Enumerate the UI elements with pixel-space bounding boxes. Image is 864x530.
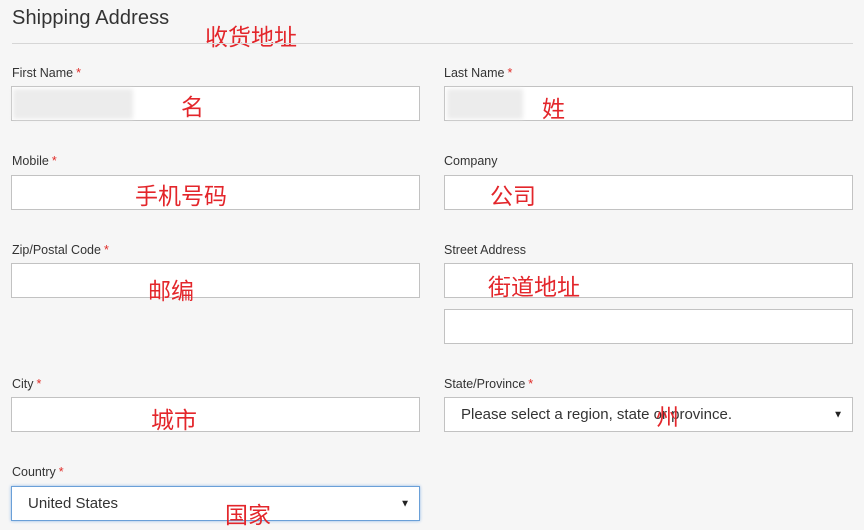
- redacted-value: [13, 89, 133, 119]
- chevron-down-icon: ▼: [833, 409, 843, 420]
- first-name-label: First Name *: [12, 66, 81, 80]
- country-label: Country *: [12, 465, 64, 479]
- country-selected-value: United States: [28, 495, 119, 512]
- street-line2-input[interactable]: [444, 309, 853, 344]
- annotation-state: 州: [656, 405, 679, 431]
- zip-input[interactable]: [11, 263, 420, 298]
- required-mark: *: [507, 66, 513, 80]
- annotation-first-name: 名: [181, 95, 204, 121]
- annotation-city: 城市: [151, 408, 197, 434]
- state-label: State/Province *: [444, 377, 534, 391]
- street-label: Street Address: [444, 243, 526, 257]
- country-select[interactable]: United States ▼: [11, 486, 420, 521]
- required-mark: *: [76, 66, 81, 80]
- zip-label: Zip/Postal Code *: [12, 243, 109, 257]
- required-mark: *: [36, 377, 42, 391]
- required-mark: *: [528, 377, 534, 391]
- state-select[interactable]: Please select a region, state or provinc…: [444, 397, 853, 432]
- last-name-label: Last Name *: [444, 66, 513, 80]
- annotation-last-name: 姓: [542, 97, 565, 123]
- annotation-company: 公司: [490, 184, 536, 210]
- required-mark: *: [103, 243, 109, 257]
- required-mark: *: [51, 154, 57, 168]
- mobile-label: Mobile *: [12, 154, 57, 168]
- company-label: Company: [444, 154, 498, 168]
- first-name-input[interactable]: [11, 86, 420, 121]
- chevron-down-icon: ▼: [400, 498, 410, 509]
- section-title: Shipping Address: [12, 7, 170, 29]
- annotation-title: 收货地址: [205, 25, 297, 51]
- annotation-zip: 邮编: [148, 279, 194, 305]
- city-input[interactable]: [11, 397, 420, 432]
- last-name-input[interactable]: [444, 86, 853, 121]
- annotation-mobile: 手机号码: [135, 184, 227, 210]
- city-label: City *: [12, 377, 42, 391]
- section-divider: [12, 43, 853, 44]
- annotation-street: 街道地址: [488, 275, 580, 301]
- state-selected-value: Please select a region, state or provinc…: [461, 406, 732, 423]
- annotation-country: 国家: [225, 503, 271, 529]
- redacted-value: [447, 89, 523, 119]
- required-mark: *: [58, 465, 64, 479]
